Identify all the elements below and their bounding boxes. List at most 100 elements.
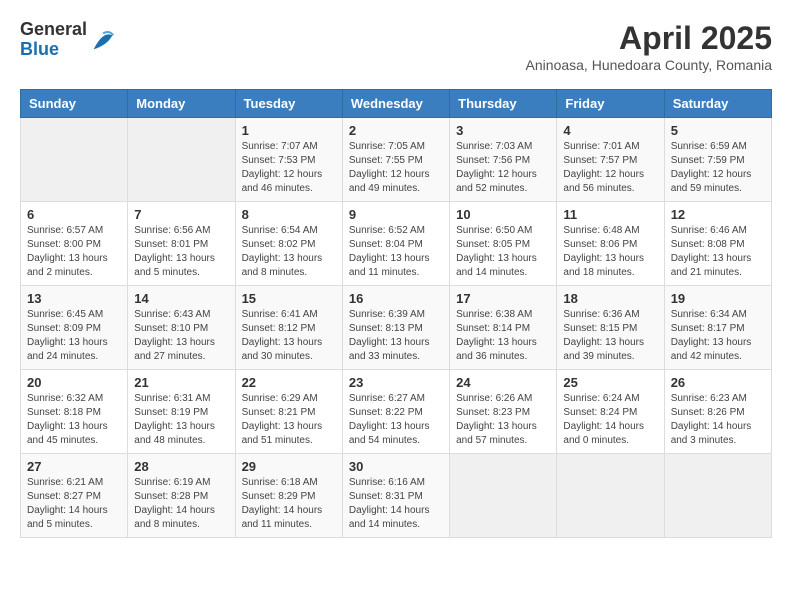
title-block: April 2025 Aninoasa, Hunedoara County, R… [526, 20, 772, 73]
weekday-header: Friday [557, 90, 664, 118]
calendar-cell: 28Sunrise: 6:19 AMSunset: 8:28 PMDayligh… [128, 454, 235, 538]
calendar-cell: 4 Sunrise: 7:01 AMSunset: 7:57 PMDaylight… [557, 118, 664, 202]
calendar-table: SundayMondayTuesdayWednesdayThursdayFrid… [20, 89, 772, 538]
location-subtitle: Aninoasa, Hunedoara County, Romania [526, 57, 772, 73]
day-info: Sunrise: 6:27 AMSunset: 8:22 PMDaylight:… [349, 392, 443, 448]
day-info: Sunrise: 7:05 AMSunset: 7:55 PMDaylight:… [349, 140, 443, 196]
day-info: Sunrise: 6:41 AMSunset: 8:12 PMDaylight:… [242, 308, 336, 364]
calendar-cell: 23 Sunrise: 6:27 AMSunset: 8:22 PMDayligh… [342, 370, 449, 454]
calendar-cell: 26 Sunrise: 6:23 AMSunset: 8:26 PMDayligh… [664, 370, 771, 454]
day-number: 16 [349, 291, 443, 306]
day-number: 13 [27, 291, 121, 306]
calendar-cell: 19 Sunrise: 6:34 AMSunset: 8:17 PMDayligh… [664, 286, 771, 370]
calendar-cell: 30 Sunrise: 6:16 AMSunset: 8:31 PMDayligh… [342, 454, 449, 538]
calendar-cell [664, 454, 771, 538]
day-number: 8 [242, 207, 336, 222]
day-number: 21 [134, 375, 228, 390]
day-number: 18 [563, 291, 657, 306]
calendar-cell: 15 Sunrise: 6:41 AMSunset: 8:12 PMDayligh… [235, 286, 342, 370]
calendar-cell: 9 Sunrise: 6:52 AMSunset: 8:04 PMDaylight… [342, 202, 449, 286]
day-number: 4 [563, 123, 657, 138]
weekday-header: Wednesday [342, 90, 449, 118]
calendar-cell: 24 Sunrise: 6:26 AMSunset: 8:23 PMDayligh… [450, 370, 557, 454]
day-number: 11 [563, 207, 657, 222]
day-info: Sunrise: 6:36 AMSunset: 8:15 PMDaylight:… [563, 308, 657, 364]
day-info: Sunrise: 6:57 AMSunset: 8:00 PMDaylight:… [27, 224, 121, 280]
calendar-cell: 1 Sunrise: 7:07 AMSunset: 7:53 PMDaylight… [235, 118, 342, 202]
day-number: 1 [242, 123, 336, 138]
day-info: Sunrise: 6:52 AMSunset: 8:04 PMDaylight:… [349, 224, 443, 280]
day-number: 12 [671, 207, 765, 222]
day-number: 24 [456, 375, 550, 390]
logo-general: General [20, 20, 87, 40]
day-info: Sunrise: 6:39 AMSunset: 8:13 PMDaylight:… [349, 308, 443, 364]
calendar-cell: 17 Sunrise: 6:38 AMSunset: 8:14 PMDayligh… [450, 286, 557, 370]
calendar-cell: 14 Sunrise: 6:43 AMSunset: 8:10 PMDayligh… [128, 286, 235, 370]
day-number: 9 [349, 207, 443, 222]
day-number: 14 [134, 291, 228, 306]
calendar-cell: 11Sunrise: 6:48 AMSunset: 8:06 PMDayligh… [557, 202, 664, 286]
calendar-cell: 12 Sunrise: 6:46 AMSunset: 8:08 PMDayligh… [664, 202, 771, 286]
calendar-cell: 18 Sunrise: 6:36 AMSunset: 8:15 PMDayligh… [557, 286, 664, 370]
calendar-cell: 8Sunrise: 6:54 AMSunset: 8:02 PMDaylight… [235, 202, 342, 286]
weekday-header: Sunday [21, 90, 128, 118]
calendar-cell [128, 118, 235, 202]
calendar-week-row: 13 Sunrise: 6:45 AMSunset: 8:09 PMDayligh… [21, 286, 772, 370]
day-info: Sunrise: 6:59 AMSunset: 7:59 PMDaylight:… [671, 140, 765, 196]
day-number: 30 [349, 459, 443, 474]
day-info: Sunrise: 6:50 AMSunset: 8:05 PMDaylight:… [456, 224, 550, 280]
day-number: 17 [456, 291, 550, 306]
calendar-cell: 22Sunrise: 6:29 AMSunset: 8:21 PMDayligh… [235, 370, 342, 454]
day-info: Sunrise: 6:18 AMSunset: 8:29 PMDaylight:… [242, 476, 336, 532]
day-info: Sunrise: 6:34 AMSunset: 8:17 PMDaylight:… [671, 308, 765, 364]
calendar-cell: 16 Sunrise: 6:39 AMSunset: 8:13 PMDayligh… [342, 286, 449, 370]
calendar-week-row: 27 Sunrise: 6:21 AMSunset: 8:27 PMDayligh… [21, 454, 772, 538]
day-number: 19 [671, 291, 765, 306]
day-info: Sunrise: 6:43 AMSunset: 8:10 PMDaylight:… [134, 308, 228, 364]
calendar-cell: 13 Sunrise: 6:45 AMSunset: 8:09 PMDayligh… [21, 286, 128, 370]
day-info: Sunrise: 7:07 AMSunset: 7:53 PMDaylight:… [242, 140, 336, 196]
day-number: 20 [27, 375, 121, 390]
day-info: Sunrise: 7:01 AMSunset: 7:57 PMDaylight:… [563, 140, 657, 196]
day-number: 28 [134, 459, 228, 474]
weekday-header: Thursday [450, 90, 557, 118]
month-title: April 2025 [526, 20, 772, 57]
day-number: 23 [349, 375, 443, 390]
calendar-week-row: 20 Sunrise: 6:32 AMSunset: 8:18 PMDayligh… [21, 370, 772, 454]
day-info: Sunrise: 6:32 AMSunset: 8:18 PMDaylight:… [27, 392, 121, 448]
day-number: 26 [671, 375, 765, 390]
calendar-cell [450, 454, 557, 538]
calendar-cell: 2 Sunrise: 7:05 AMSunset: 7:55 PMDaylight… [342, 118, 449, 202]
weekday-header: Monday [128, 90, 235, 118]
calendar-week-row: 1 Sunrise: 7:07 AMSunset: 7:53 PMDaylight… [21, 118, 772, 202]
calendar-cell: 25Sunrise: 6:24 AMSunset: 8:24 PMDayligh… [557, 370, 664, 454]
day-number: 7 [134, 207, 228, 222]
calendar-cell: 29 Sunrise: 6:18 AMSunset: 8:29 PMDayligh… [235, 454, 342, 538]
day-info: Sunrise: 6:46 AMSunset: 8:08 PMDaylight:… [671, 224, 765, 280]
weekday-header-row: SundayMondayTuesdayWednesdayThursdayFrid… [21, 90, 772, 118]
day-info: Sunrise: 6:16 AMSunset: 8:31 PMDaylight:… [349, 476, 443, 532]
day-number: 29 [242, 459, 336, 474]
day-info: Sunrise: 6:38 AMSunset: 8:14 PMDaylight:… [456, 308, 550, 364]
calendar-cell: 7Sunrise: 6:56 AMSunset: 8:01 PMDaylight… [128, 202, 235, 286]
weekday-header: Saturday [664, 90, 771, 118]
day-number: 15 [242, 291, 336, 306]
day-info: Sunrise: 6:21 AMSunset: 8:27 PMDaylight:… [27, 476, 121, 532]
calendar-cell: 21Sunrise: 6:31 AMSunset: 8:19 PMDayligh… [128, 370, 235, 454]
calendar-cell: 3Sunrise: 7:03 AMSunset: 7:56 PMDaylight… [450, 118, 557, 202]
day-info: Sunrise: 6:24 AMSunset: 8:24 PMDaylight:… [563, 392, 657, 448]
day-number: 10 [456, 207, 550, 222]
day-info: Sunrise: 6:23 AMSunset: 8:26 PMDaylight:… [671, 392, 765, 448]
day-info: Sunrise: 6:45 AMSunset: 8:09 PMDaylight:… [27, 308, 121, 364]
day-number: 2 [349, 123, 443, 138]
logo-blue: Blue [20, 40, 87, 60]
logo: General Blue [20, 20, 117, 60]
day-info: Sunrise: 6:26 AMSunset: 8:23 PMDaylight:… [456, 392, 550, 448]
day-number: 22 [242, 375, 336, 390]
day-number: 27 [27, 459, 121, 474]
calendar-cell: 6Sunrise: 6:57 AMSunset: 8:00 PMDaylight… [21, 202, 128, 286]
day-info: Sunrise: 7:03 AMSunset: 7:56 PMDaylight:… [456, 140, 550, 196]
calendar-cell [21, 118, 128, 202]
calendar-cell: 5Sunrise: 6:59 AMSunset: 7:59 PMDaylight… [664, 118, 771, 202]
calendar-cell: 27 Sunrise: 6:21 AMSunset: 8:27 PMDayligh… [21, 454, 128, 538]
